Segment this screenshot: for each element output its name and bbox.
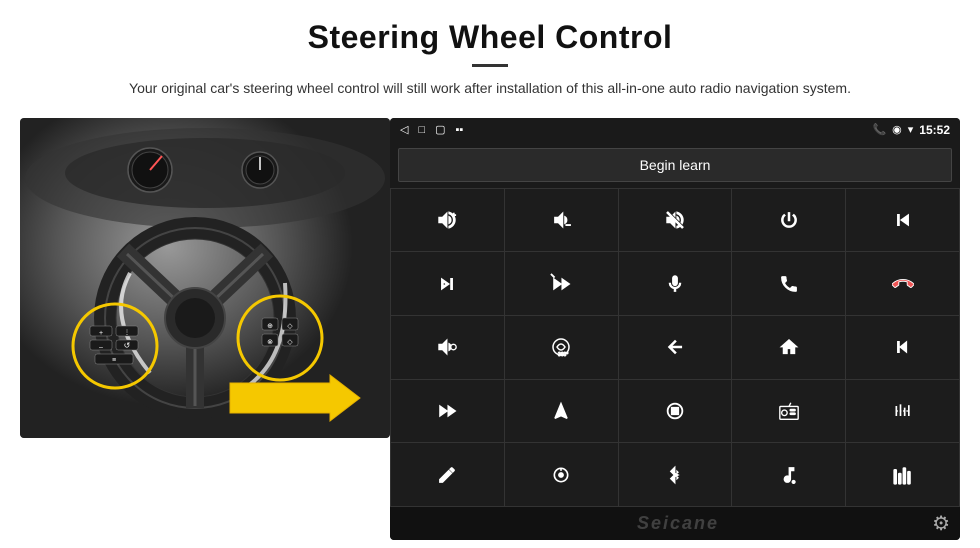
page-wrapper: Steering Wheel Control Your original car…	[0, 0, 980, 548]
svg-text:+: +	[99, 330, 103, 337]
svg-text:⋮: ⋮	[124, 330, 130, 336]
begin-learn-row: Begin learn	[390, 142, 960, 188]
status-bar: ◁ □ ▢ ▪▪ 📞 ◉ ▾ 15:52	[390, 118, 960, 142]
rewind-button[interactable]	[846, 316, 959, 379]
content-section: + – ⋮ ↺ ≡ ⊕ ◇ ⊗ ◇	[0, 108, 980, 548]
wifi-icon: ▾	[908, 123, 914, 136]
prev-track-button[interactable]	[846, 189, 959, 252]
page-subtitle: Your original car's steering wheel contr…	[100, 77, 880, 99]
home-button[interactable]	[732, 316, 845, 379]
pen-button[interactable]	[391, 443, 504, 506]
svg-text:–: –	[99, 344, 103, 351]
music-button[interactable]: ⊕	[732, 443, 845, 506]
next-button[interactable]	[391, 252, 504, 315]
clock: 15:52	[919, 123, 950, 137]
back-nav-icon[interactable]: ◁	[400, 123, 408, 136]
svg-text:360°: 360°	[558, 352, 568, 358]
settings-gear-icon[interactable]: ⚙	[932, 511, 950, 536]
recent-nav-icon[interactable]: ▢	[435, 123, 445, 136]
page-title: Steering Wheel Control	[60, 18, 920, 56]
eq-button[interactable]	[846, 380, 959, 443]
mute-button[interactable]	[619, 189, 732, 252]
header-section: Steering Wheel Control Your original car…	[0, 0, 980, 108]
car-image-area: + – ⋮ ↺ ≡ ⊕ ◇ ⊗ ◇	[20, 118, 390, 438]
svg-text:–: –	[566, 219, 571, 229]
fast-forward-button[interactable]	[391, 380, 504, 443]
mic-button[interactable]	[619, 252, 732, 315]
horn-button[interactable]	[391, 316, 504, 379]
navigation-button[interactable]	[505, 380, 618, 443]
begin-learn-button[interactable]: Begin learn	[398, 148, 952, 182]
vol-down-button[interactable]: –	[505, 189, 618, 252]
ff-mute-button[interactable]	[505, 252, 618, 315]
svg-text:↺: ↺	[124, 341, 131, 350]
location-icon: ◉	[892, 123, 902, 136]
seicane-watermark: Seicane	[424, 513, 932, 534]
call-button[interactable]	[732, 252, 845, 315]
end-call-button[interactable]	[846, 252, 959, 315]
svg-text:⊕: ⊕	[267, 323, 273, 330]
radio-button[interactable]	[732, 380, 845, 443]
svg-text:≡: ≡	[112, 357, 116, 364]
status-icons-right: 📞 ◉ ▾ 15:52	[872, 123, 950, 137]
home-nav-icon[interactable]: □	[418, 124, 425, 136]
svg-text:⊕: ⊕	[791, 479, 795, 485]
vol-up-button[interactable]: +	[391, 189, 504, 252]
settings-knob-button[interactable]	[505, 443, 618, 506]
steering-wheel-svg: + – ⋮ ↺ ≡ ⊕ ◇ ⊗ ◇	[20, 118, 390, 438]
svg-text:◇: ◇	[287, 323, 293, 330]
head-unit: ◁ □ ▢ ▪▪ 📞 ◉ ▾ 15:52 Begin learn	[390, 118, 960, 540]
media-icon: ▪▪	[456, 124, 464, 136]
svg-text:⊗: ⊗	[267, 339, 273, 346]
power-button[interactable]	[732, 189, 845, 252]
bluetooth-button[interactable]	[619, 443, 732, 506]
status-icons-left: ◁ □ ▢ ▪▪	[400, 123, 463, 136]
title-divider	[472, 64, 508, 67]
controls-grid: + –	[390, 188, 960, 507]
svg-text:+: +	[452, 210, 456, 219]
svg-text:◇: ◇	[287, 339, 293, 346]
watermark-row: Seicane ⚙	[390, 507, 960, 540]
phone-signal-icon: 📞	[872, 123, 886, 136]
equalizer-bars-button[interactable]	[846, 443, 959, 506]
back-button[interactable]	[619, 316, 732, 379]
360-cam-button[interactable]: 360°	[505, 316, 618, 379]
source-button[interactable]	[619, 380, 732, 443]
